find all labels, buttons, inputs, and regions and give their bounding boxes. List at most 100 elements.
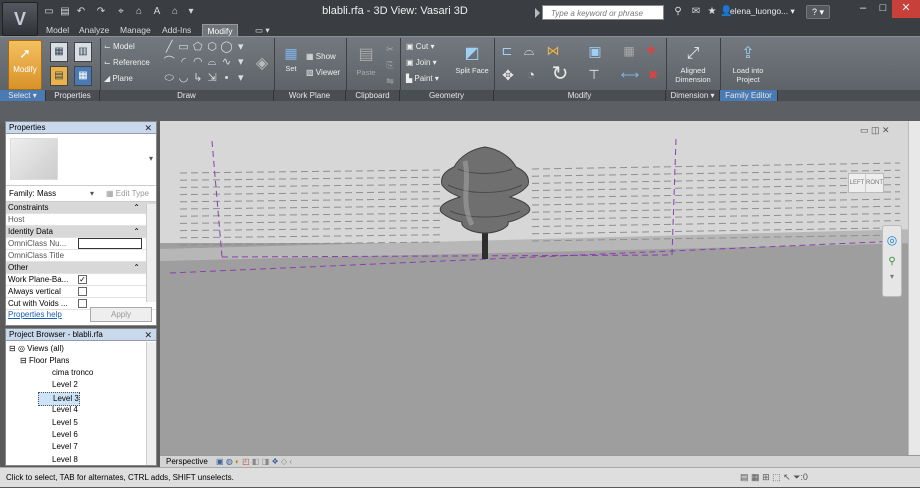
- aligned-dimension-button[interactable]: ⤢ Aligned Dimension: [670, 42, 716, 84]
- chevron-down-icon[interactable]: ▾: [90, 189, 94, 198]
- point-element-icon[interactable]: •: [219, 71, 233, 86]
- viewport-vertical-scrollbar[interactable]: [908, 121, 920, 455]
- copy-icon[interactable]: ⎘: [384, 58, 396, 72]
- property-row[interactable]: Always vertical: [6, 286, 156, 298]
- tree-item-floor-plan[interactable]: Level 7: [38, 441, 78, 453]
- property-section-header[interactable]: Identity Data ⌃: [6, 226, 156, 238]
- reference-plane-tool[interactable]: ◢ Plane: [104, 74, 133, 84]
- apply-button[interactable]: Apply: [90, 307, 152, 322]
- properties-icon[interactable]: ▤: [50, 66, 68, 86]
- paint-button[interactable]: ▙ Paint ▾: [406, 74, 439, 84]
- property-row[interactable]: Work Plane-Ba... ✓: [6, 274, 156, 286]
- worksets-icon[interactable]: ▤: [740, 472, 749, 482]
- family-types-icon[interactable]: ▦: [50, 42, 68, 62]
- polygon-icon[interactable]: ⬠: [191, 40, 205, 55]
- minimize-button[interactable]: –: [852, 0, 874, 18]
- work-plane-draw-icon[interactable]: ◈: [252, 44, 272, 84]
- property-checkbox[interactable]: [78, 287, 87, 296]
- property-value-field[interactable]: [78, 250, 142, 261]
- trim-icon[interactable]: ▣: [584, 42, 606, 60]
- pick-lines-icon[interactable]: ↳: [191, 71, 205, 86]
- 3d-view-icon[interactable]: ⌂: [168, 5, 182, 19]
- tree-item-floor-plan[interactable]: Level 8: [38, 454, 78, 466]
- save-icon[interactable]: ▤: [58, 5, 72, 19]
- property-section-header[interactable]: Other ⌃: [6, 262, 156, 274]
- property-row[interactable]: OmniClass Title: [6, 250, 156, 262]
- pick-edges-icon[interactable]: ⇲: [205, 71, 219, 86]
- mirror-icon[interactable]: ⋈: [542, 42, 564, 60]
- property-value-field[interactable]: [78, 214, 142, 225]
- favorites-star-icon[interactable]: ★: [706, 6, 718, 18]
- ellipse-icon[interactable]: ⬭: [162, 71, 176, 86]
- fillet-arc-icon[interactable]: ⌓: [205, 55, 219, 70]
- binoculars-icon[interactable]: ⚲: [672, 6, 684, 18]
- close-icon[interactable]: ✕: [144, 122, 152, 134]
- open-icon[interactable]: ▭: [42, 5, 56, 19]
- tab-add-ins[interactable]: Add-Ins: [160, 24, 193, 36]
- rectangle-icon[interactable]: ▭: [176, 40, 190, 55]
- tab-model[interactable]: Model: [44, 24, 71, 36]
- properties-scrollbar[interactable]: [146, 204, 156, 302]
- cut-clipboard-icon[interactable]: ✂: [384, 42, 396, 56]
- select-links-icon[interactable]: ⬚: [772, 472, 781, 482]
- property-row[interactable]: Host: [6, 214, 156, 226]
- user-menu[interactable]: elena_luongo... ▾: [730, 6, 795, 17]
- tab-modify[interactable]: Modify: [202, 24, 238, 36]
- partial-ellipse-icon[interactable]: ◡: [176, 71, 190, 86]
- property-row[interactable]: OmniClass Nu...: [6, 238, 156, 250]
- draw-more-icon[interactable]: ▾: [234, 55, 248, 70]
- offset-icon[interactable]: ⌓: [520, 42, 538, 60]
- property-section-header[interactable]: Constraints ⌃: [6, 202, 156, 214]
- panel-label-dimension[interactable]: Dimension ▾: [666, 90, 720, 101]
- cut-geometry-button[interactable]: ▣ Cut ▾: [406, 42, 434, 52]
- property-checkbox[interactable]: ✓: [78, 275, 87, 284]
- type-properties-icon[interactable]: ▦: [74, 66, 92, 86]
- tree-item-floor-plan[interactable]: Level 4: [38, 404, 78, 416]
- family-selector[interactable]: Family: Mass: [9, 189, 56, 198]
- view-window-controls[interactable]: ▭ ◫ ✕: [860, 125, 890, 136]
- shadows-icon[interactable]: ◐: [235, 457, 240, 466]
- 3d-view-canvas[interactable]: ▭ ◫ ✕ LEFT RONT ◎ ⚲ ▾: [160, 121, 920, 455]
- editable-only-icon[interactable]: ⊞: [762, 472, 770, 482]
- tree-node-floor-plans[interactable]: ⊟ Floor Plans: [20, 355, 69, 367]
- tree-item-floor-plan[interactable]: cima tronco: [38, 367, 93, 379]
- crop-icon[interactable]: ◰: [242, 457, 250, 466]
- steering-wheel-icon[interactable]: ◎: [883, 226, 901, 254]
- reveal-hidden-icon[interactable]: ◨: [262, 457, 270, 466]
- ribbon-options-icon[interactable]: ▭ ▾: [253, 24, 272, 36]
- join-geometry-button[interactable]: ▣ Join ▾: [406, 58, 437, 68]
- search-input[interactable]: Type a keyword or phrase: [535, 5, 664, 20]
- view-scroll-left-icon[interactable]: ‹: [289, 457, 292, 466]
- property-checkbox[interactable]: [78, 299, 87, 308]
- tree-item-floor-plan[interactable]: Level 5: [38, 417, 78, 429]
- close-button[interactable]: ✕: [892, 0, 920, 18]
- tag-icon[interactable]: ⌂: [132, 5, 146, 19]
- subscription-icon[interactable]: ✉: [690, 6, 702, 18]
- visual-style-icon[interactable]: ▣: [210, 457, 224, 466]
- properties-help-link[interactable]: Properties help: [8, 310, 62, 319]
- pin-icon[interactable]: ✚: [642, 42, 660, 60]
- maximize-button[interactable]: □: [874, 0, 892, 18]
- nav-dropdown-icon[interactable]: ▾: [883, 270, 901, 284]
- panel-label-select[interactable]: Select ▾: [0, 90, 46, 101]
- copy-element-icon[interactable]: ◔: [522, 64, 540, 86]
- temporary-view-icon[interactable]: ❖: [272, 457, 279, 466]
- design-options-icon[interactable]: ▦: [751, 472, 760, 482]
- arc-center-icon[interactable]: ◜: [176, 55, 190, 70]
- arc-tangent-icon[interactable]: ◠: [191, 55, 205, 70]
- sun-path-icon[interactable]: ◍: [226, 457, 233, 466]
- help-button[interactable]: ? ▾: [806, 5, 830, 19]
- rotate-icon[interactable]: ↻: [548, 62, 572, 86]
- close-icon[interactable]: ✕: [144, 329, 152, 341]
- tab-analyze[interactable]: Analyze: [77, 24, 111, 36]
- measure-icon[interactable]: ⌖: [114, 5, 128, 19]
- arc-start-end-icon[interactable]: ⌒: [162, 55, 176, 70]
- collapse-section-icon[interactable]: ⌃: [133, 262, 140, 274]
- circumscribed-polygon-icon[interactable]: ⬡: [205, 40, 219, 55]
- model-line-tool[interactable]: ⌙ Model: [104, 42, 135, 52]
- qat-dropdown-icon[interactable]: ▾: [184, 5, 198, 19]
- viewcube-left-face[interactable]: LEFT: [849, 174, 866, 192]
- viewcube[interactable]: LEFT RONT: [848, 173, 884, 193]
- delete-icon[interactable]: ✖: [644, 64, 662, 86]
- align-icon[interactable]: ⊏: [498, 42, 516, 60]
